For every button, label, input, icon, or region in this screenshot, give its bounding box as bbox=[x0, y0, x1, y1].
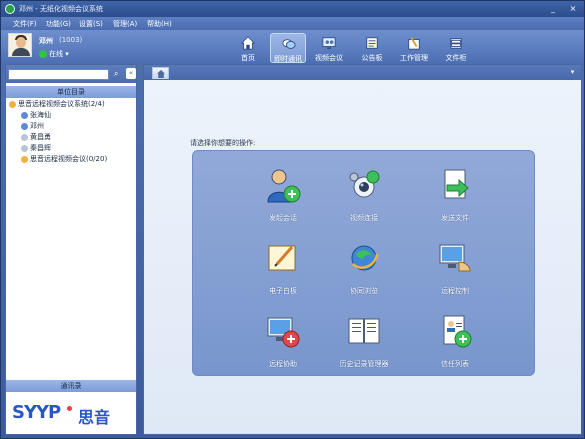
video-conference-icon bbox=[322, 37, 336, 50]
directory-tree: 思音远程视频会议系统(2/4) 张海仙 邓州 黄昌勇 秦昌辉 思音远程视频会议(… bbox=[9, 98, 135, 238]
home-icon bbox=[157, 70, 165, 78]
group-icon bbox=[9, 100, 16, 108]
sidebar-search: ⌕ « bbox=[6, 65, 136, 83]
user-id: (1003) bbox=[59, 36, 83, 44]
user-icon bbox=[21, 144, 28, 152]
whiteboard-label: 电子白板 bbox=[269, 287, 297, 295]
remote-control-label: 远程控制 bbox=[441, 287, 469, 295]
menu-manage[interactable]: 管理(A) bbox=[113, 19, 137, 29]
nav-instant-message-label: 即时通讯 bbox=[274, 55, 302, 63]
nav-bulletin-board[interactable]: 公告板 bbox=[354, 33, 390, 63]
start-session-button[interactable]: 发起会话 bbox=[253, 165, 313, 231]
history-manager-label: 历史记录管理器 bbox=[339, 360, 389, 368]
nav-video-conference[interactable]: 视频会议 bbox=[311, 33, 347, 63]
co-browse-button[interactable]: 协同浏览 bbox=[334, 238, 394, 304]
trust-list-button[interactable]: 信任列表 bbox=[425, 311, 485, 377]
main-tabbar: ▾ bbox=[144, 65, 581, 80]
status-label: 在线 bbox=[49, 50, 63, 58]
nav-file-cabinet[interactable]: 文件柜 bbox=[438, 33, 474, 63]
send-file-button[interactable]: 发送文件 bbox=[425, 165, 485, 231]
contacts-header[interactable]: 通讯录 bbox=[6, 380, 136, 392]
tab-menu-button[interactable]: ▾ bbox=[569, 69, 576, 76]
online-status-icon bbox=[39, 50, 47, 58]
cabinet-icon bbox=[450, 38, 462, 49]
title-bar: 邓州 - 无纸化视频会议系统 _ × bbox=[1, 1, 584, 17]
video-connect-button[interactable]: 视频连接 bbox=[334, 165, 394, 231]
whiteboard-button[interactable]: 电子白板 bbox=[253, 238, 313, 304]
work-icon bbox=[408, 37, 420, 50]
app-window: 邓州 - 无纸化视频会议系统 _ × 文件(F) 功能(G) 设置(S) 管理(… bbox=[0, 0, 585, 439]
user-icon bbox=[21, 111, 28, 119]
collapse-sidebar-button[interactable]: « bbox=[126, 68, 136, 79]
history-manager-button[interactable]: 历史记录管理器 bbox=[334, 311, 394, 377]
directory-header: 单位目录 bbox=[6, 86, 136, 98]
start-session-label: 发起会话 bbox=[269, 214, 297, 222]
status-selector[interactable]: 在线 ▾ bbox=[39, 49, 69, 59]
brand-logo: SYYP 思音 bbox=[6, 394, 136, 434]
action-prompt: 请选择你想要的操作: bbox=[190, 139, 256, 147]
remote-assist-icon bbox=[267, 317, 300, 348]
user-icon bbox=[21, 133, 28, 141]
start-session-icon bbox=[267, 169, 301, 203]
logo-text: SYYP bbox=[12, 402, 61, 423]
browser-icon bbox=[351, 245, 379, 271]
search-icon[interactable]: ⌕ bbox=[114, 69, 124, 79]
history-icon bbox=[348, 318, 380, 344]
user-icon bbox=[21, 122, 28, 130]
tree-group[interactable]: 思音远程视频会议(0/20) bbox=[21, 154, 107, 164]
nav-instant-message[interactable]: 即时通讯 bbox=[270, 33, 306, 63]
tree-root[interactable]: 思音远程视频会议系统(2/4) bbox=[9, 99, 105, 109]
nav-work-management[interactable]: 工作管理 bbox=[396, 33, 432, 63]
menu-bar: 文件(F) 功能(G) 设置(S) 管理(A) 帮助(H) bbox=[1, 17, 584, 30]
send-file-icon bbox=[444, 169, 469, 199]
search-input[interactable] bbox=[8, 69, 109, 80]
logo-dot bbox=[67, 406, 72, 411]
menu-help[interactable]: 帮助(H) bbox=[147, 19, 172, 29]
nav-work-management-label: 工作管理 bbox=[400, 54, 428, 62]
nav-file-cabinet-label: 文件柜 bbox=[445, 54, 467, 62]
remote-control-icon bbox=[439, 244, 471, 272]
header-bar: 邓州 (1003) 在线 ▾ 首页 即时通讯 视频会议 公告板 工作管理 文件柜 bbox=[1, 30, 584, 64]
tree-user[interactable]: 邓州 bbox=[21, 121, 44, 131]
nav-home[interactable]: 首页 bbox=[230, 33, 266, 63]
menu-settings[interactable]: 设置(S) bbox=[79, 19, 103, 29]
nav-home-label: 首页 bbox=[241, 54, 255, 62]
nav-video-conference-label: 视频会议 bbox=[315, 54, 343, 62]
home-icon bbox=[241, 36, 255, 50]
actions-panel: 发起会话 视频连接 发送文件 电子白板 协同浏览 远程控制 远程协助 历史记录管… bbox=[192, 150, 535, 376]
trust-list-label: 信任列表 bbox=[441, 360, 469, 368]
tree-user[interactable]: 秦昌辉 bbox=[21, 143, 51, 153]
minimize-button[interactable]: _ bbox=[547, 4, 559, 14]
remote-control-button[interactable]: 远程控制 bbox=[425, 238, 485, 304]
user-name: 邓州 bbox=[39, 37, 53, 45]
co-browse-label: 协同浏览 bbox=[350, 287, 378, 295]
remote-assist-button[interactable]: 远程协助 bbox=[253, 311, 313, 377]
remote-assist-label: 远程协助 bbox=[269, 360, 297, 368]
send-file-label: 发送文件 bbox=[441, 214, 469, 222]
group-icon bbox=[21, 155, 28, 163]
close-button[interactable]: × bbox=[567, 4, 579, 14]
content-area: 请选择你想要的操作: 发起会话 视频连接 发送文件 电子白板 协同浏览 远程控制… bbox=[144, 80, 581, 433]
tree-user[interactable]: 张海仙 bbox=[21, 110, 51, 120]
chat-icon bbox=[282, 39, 296, 49]
trust-list-icon bbox=[443, 315, 472, 348]
logo-cn: 思音 bbox=[78, 408, 111, 427]
window-title: 邓州 - 无纸化视频会议系统 bbox=[19, 5, 103, 13]
tab-home[interactable] bbox=[152, 67, 169, 79]
menu-file[interactable]: 文件(F) bbox=[13, 19, 37, 29]
video-connect-icon bbox=[349, 170, 380, 198]
sidebar: ⌕ « 单位目录 思音远程视频会议系统(2/4) 张海仙 邓州 黄昌勇 秦昌辉 … bbox=[5, 64, 137, 435]
nav-bulletin-board-label: 公告板 bbox=[361, 54, 383, 62]
avatar[interactable] bbox=[8, 33, 32, 57]
main-panel: ▾ 请选择你想要的操作: 发起会话 视频连接 发送文件 电子白板 协同浏览 远程… bbox=[143, 64, 582, 435]
app-logo-icon bbox=[5, 4, 15, 14]
video-connect-label: 视频连接 bbox=[350, 214, 378, 222]
menu-function[interactable]: 功能(G) bbox=[46, 19, 71, 29]
whiteboard-icon bbox=[268, 245, 296, 271]
board-icon bbox=[366, 37, 378, 49]
tree-user[interactable]: 黄昌勇 bbox=[21, 132, 51, 142]
